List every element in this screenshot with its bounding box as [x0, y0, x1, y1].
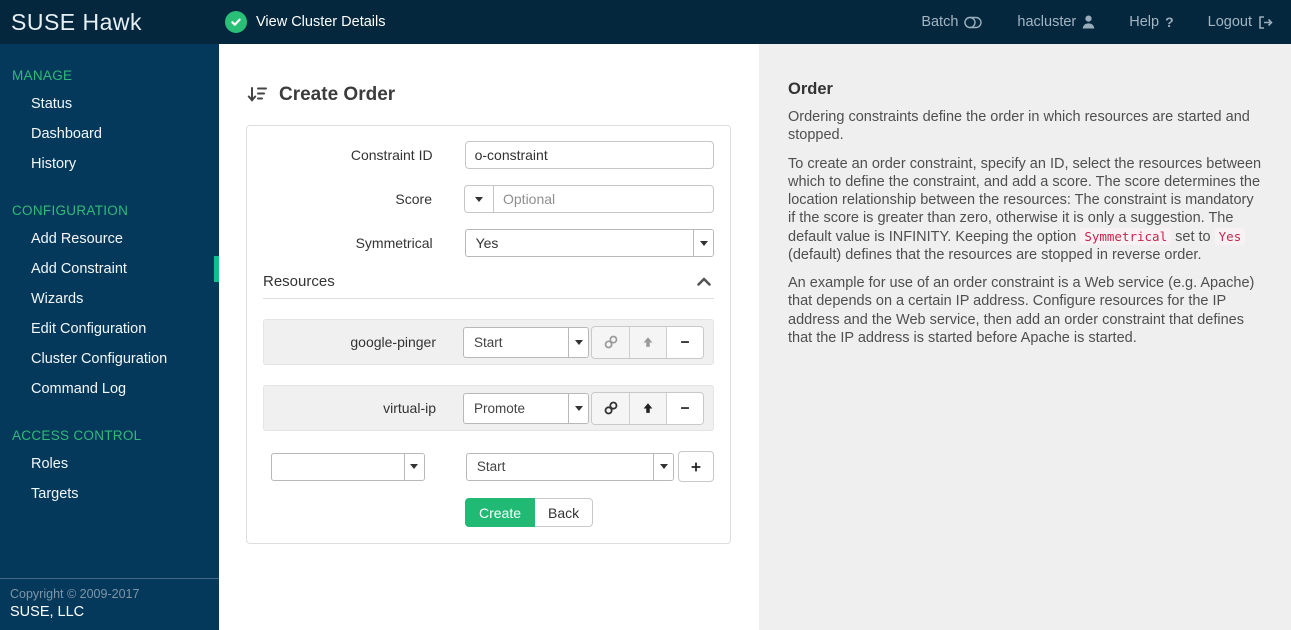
sidebar-item-edit-configuration[interactable]: Edit Configuration [0, 314, 219, 344]
help-menu[interactable]: Help ? [1129, 14, 1173, 30]
resource-action-select[interactable]: Start [463, 326, 589, 358]
resource-action-value: Promote [474, 400, 526, 416]
resource-row-actions [591, 325, 704, 359]
score-dropdown-button[interactable] [464, 185, 493, 213]
chevron-down-icon [568, 393, 588, 423]
symmetrical-select[interactable]: Yes [464, 229, 714, 257]
view-cluster-details-label: View Cluster Details [256, 14, 386, 30]
sidebar-item-dashboard[interactable]: Dashboard [0, 119, 219, 149]
form-actions: Create Back [465, 498, 714, 527]
help-paragraph-3: An example for use of an order constrain… [788, 275, 1255, 346]
score-input-group [464, 185, 714, 213]
top-bar: SUSE Hawk View Cluster Details Batch hac… [0, 0, 1291, 44]
add-resource-row: Start [263, 451, 714, 482]
help-label: Help [1129, 14, 1160, 30]
view-cluster-details-link[interactable]: View Cluster Details [225, 11, 385, 33]
create-button[interactable]: Create [465, 498, 536, 527]
copyright-text: Copyright © 2009-2017 [10, 587, 140, 601]
chevron-down-icon [568, 327, 588, 357]
new-resource-action-select[interactable]: Start [465, 452, 675, 481]
help-paragraph-2: To create an order constraint, specify a… [788, 155, 1262, 263]
link-resource-button[interactable] [592, 326, 629, 358]
collapse-section-button[interactable] [696, 276, 714, 287]
sidebar-item-history[interactable]: History [0, 149, 219, 179]
score-input[interactable] [493, 185, 714, 213]
sidebar-item-cluster-configuration[interactable]: Cluster Configuration [0, 344, 219, 374]
batch-toggle[interactable]: Batch [921, 14, 983, 30]
resources-heading-text: Resources [263, 273, 335, 290]
resource-row-virtual-ip: virtual-ip Promote [263, 385, 714, 431]
help-panel: Order Ordering constraints define the or… [759, 44, 1291, 630]
sidebar-heading-access-control: ACCESS CONTROL [12, 428, 142, 443]
chevron-down-icon [475, 196, 483, 202]
chevron-down-icon [403, 453, 424, 480]
sidebar-section-access-control: ACCESS CONTROL Roles Targets [0, 404, 219, 509]
page-title-text: Create Order [279, 84, 396, 105]
user-icon [1082, 15, 1095, 29]
sidebar-item-add-constraint[interactable]: Add Constraint [0, 254, 219, 284]
symmetrical-label: Symmetrical [355, 235, 433, 251]
main-content: Create Order Constraint ID Score Symmetr… [219, 44, 759, 630]
chevron-down-icon [653, 453, 674, 480]
move-up-button[interactable] [629, 326, 666, 358]
resource-action-select[interactable]: Promote [463, 392, 589, 424]
sidebar-item-command-log[interactable]: Command Log [0, 374, 219, 404]
sidebar-heading-configuration: CONFIGURATION [12, 203, 129, 218]
move-up-button[interactable] [629, 392, 666, 424]
status-check-icon [225, 11, 247, 33]
page-title: Create Order [247, 84, 759, 106]
new-resource-action-value: Start [476, 459, 506, 474]
resource-name: google-pinger [350, 334, 436, 350]
help-title: Order [788, 80, 833, 98]
sidebar-section-manage: MANAGE Status Dashboard History [0, 44, 219, 179]
resource-row-google-pinger: google-pinger Start [263, 319, 714, 365]
symmetrical-value: Yes [475, 235, 499, 251]
back-button[interactable]: Back [535, 498, 594, 527]
symmetrical-row: Symmetrical Yes [263, 229, 714, 257]
sidebar-item-targets[interactable]: Targets [0, 479, 219, 509]
sidebar-footer: Copyright © 2009-2017 SUSE, LLC [0, 578, 219, 630]
score-label: Score [395, 191, 432, 207]
new-resource-select[interactable] [271, 452, 425, 481]
constraint-id-row: Constraint ID [263, 141, 714, 169]
sort-order-icon [247, 85, 267, 106]
toggle-off-icon [964, 16, 983, 29]
add-resource-button[interactable] [678, 451, 714, 482]
chevron-down-icon [693, 230, 713, 256]
logout-label: Logout [1207, 14, 1252, 30]
company-name: SUSE, LLC [10, 604, 85, 620]
resource-name: virtual-ip [383, 400, 436, 416]
constraint-id-label: Constraint ID [350, 147, 433, 163]
sidebar-heading-manage: MANAGE [12, 68, 73, 83]
sidebar-section-configuration: CONFIGURATION Add Resource Add Constrain… [0, 179, 219, 404]
create-order-form: Constraint ID Score Symmetrical Yes Reso… [246, 125, 731, 544]
sidebar-item-add-resource[interactable]: Add Resource [0, 224, 219, 254]
username-label: hacluster [1017, 14, 1077, 30]
resources-section-heading: Resources [263, 273, 714, 299]
remove-resource-button[interactable] [666, 326, 703, 358]
logout-link[interactable]: Logout [1208, 14, 1273, 30]
batch-label: Batch [921, 14, 959, 30]
sidebar-item-roles[interactable]: Roles [0, 449, 219, 479]
brand-logo: SUSE Hawk [11, 8, 143, 35]
sidebar: MANAGE Status Dashboard History CONFIGUR… [0, 44, 219, 630]
help-paragraph-1: Ordering constraints define the order in… [788, 109, 1250, 144]
sidebar-item-wizards[interactable]: Wizards [0, 284, 219, 314]
link-resource-button[interactable] [592, 392, 629, 424]
yes-code: Yes [1214, 227, 1246, 245]
resource-row-actions [591, 391, 704, 425]
sidebar-item-status[interactable]: Status [0, 89, 219, 119]
logout-icon [1258, 15, 1273, 29]
remove-resource-button[interactable] [666, 392, 703, 424]
score-row: Score [263, 185, 714, 213]
symmetrical-code: Symmetrical [1080, 227, 1172, 245]
resource-action-value: Start [474, 334, 503, 350]
question-icon: ? [1165, 14, 1174, 30]
constraint-id-input[interactable] [464, 141, 714, 169]
topbar-actions: Batch hacluster Help ? Logout [921, 14, 1291, 30]
user-menu[interactable]: hacluster [1017, 14, 1095, 30]
